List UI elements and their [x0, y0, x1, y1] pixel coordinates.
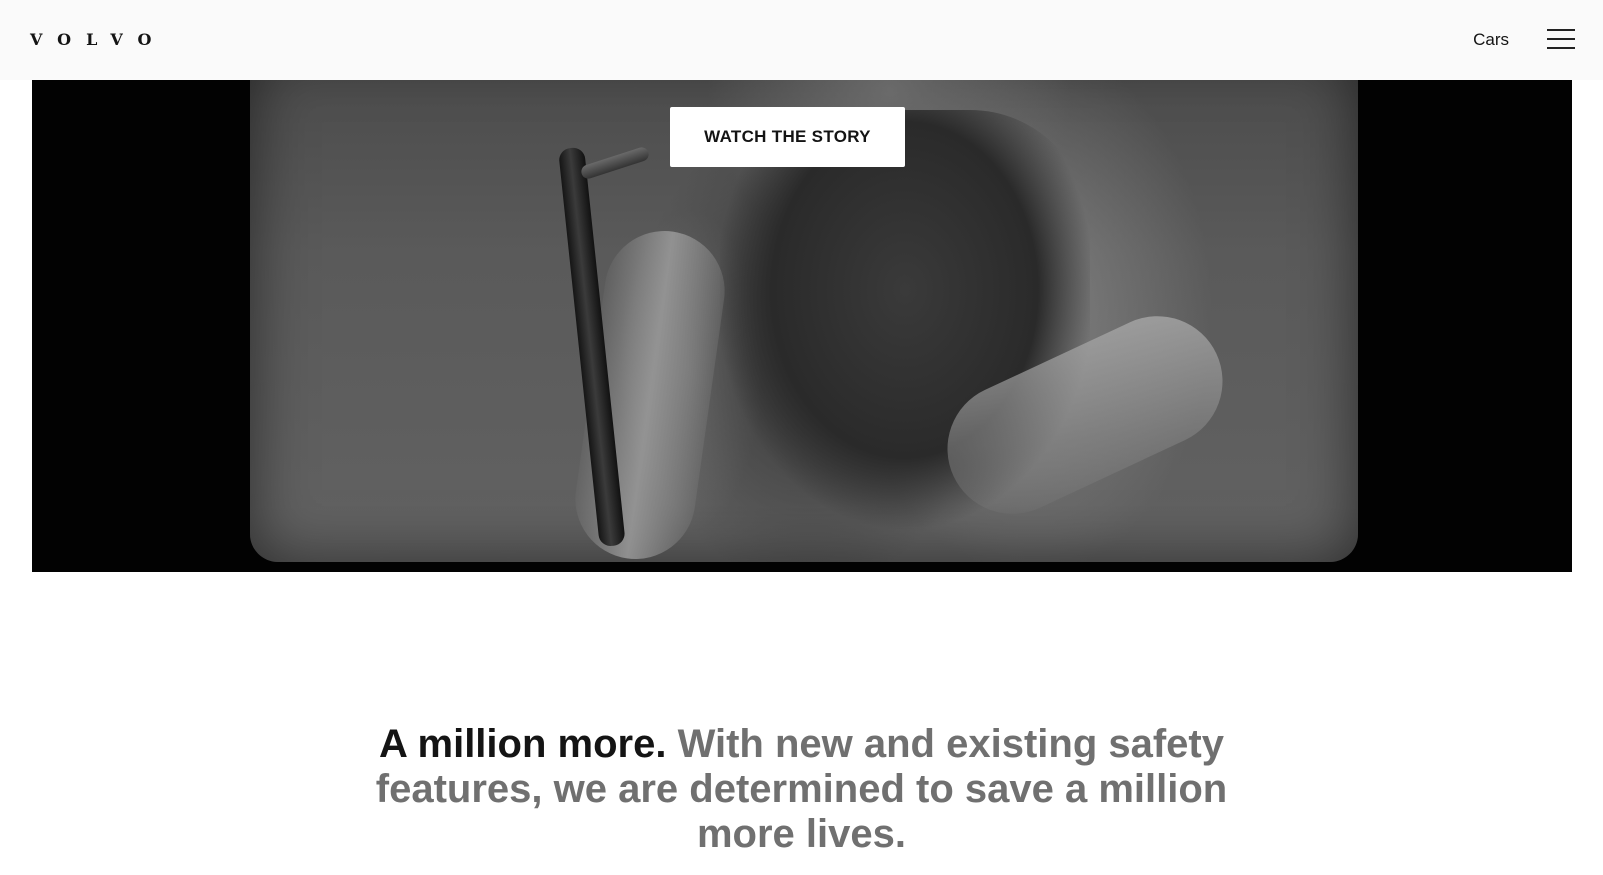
volvo-logo[interactable]: VOLVO [30, 31, 167, 49]
menu-line [1547, 29, 1575, 31]
menu-line [1547, 38, 1575, 40]
nav-cars-link[interactable]: Cars [1473, 29, 1509, 51]
headline-lead: A million more. [379, 722, 667, 766]
hamburger-menu-icon[interactable] [1547, 27, 1575, 51]
page: VOLVO Cars WATCH THE STORY A million mor… [0, 0, 1603, 875]
headline: A million more. With new and existing sa… [350, 722, 1253, 857]
menu-line [1547, 47, 1575, 49]
watch-the-story-button[interactable]: WATCH THE STORY [670, 107, 905, 167]
site-header: VOLVO Cars [0, 0, 1603, 80]
